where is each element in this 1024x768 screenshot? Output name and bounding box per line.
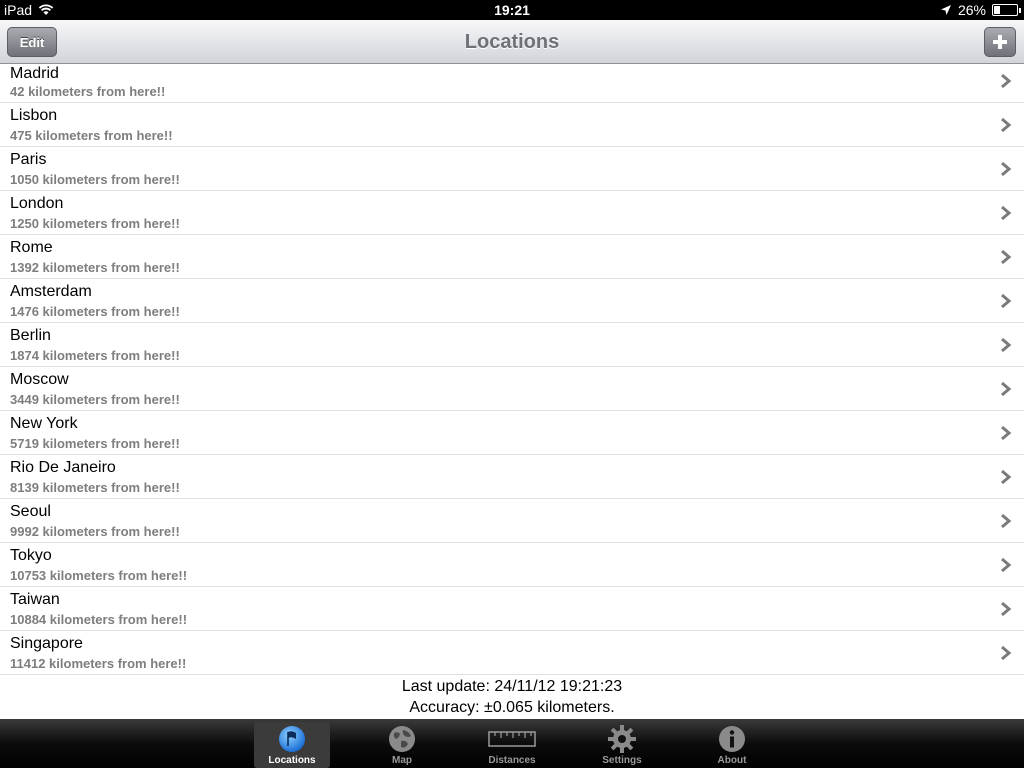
chevron-right-icon <box>1001 425 1012 441</box>
location-name: Rio De Janeiro <box>10 459 116 476</box>
location-name: Moscow <box>10 371 69 388</box>
status-right: 26% <box>940 2 1021 18</box>
chevron-right-icon <box>1001 117 1012 133</box>
location-name: Singapore <box>10 635 83 652</box>
location-name: Tokyo <box>10 547 52 564</box>
location-distance: 1392 kilometers from here!! <box>10 260 180 275</box>
gear-icon <box>608 725 636 753</box>
list-item[interactable]: Seoul 9992 kilometers from here!! <box>0 499 1024 543</box>
list-item[interactable]: Rome 1392 kilometers from here!! <box>0 235 1024 279</box>
page-title: Locations <box>464 31 560 53</box>
location-arrow-icon <box>940 5 951 15</box>
footer-info: Last update: 24/11/12 19:21:23 Accuracy:… <box>0 676 1024 718</box>
list-item[interactable]: Paris 1050 kilometers from here!! <box>0 147 1024 191</box>
list-item[interactable]: Madrid 42 kilometers from here!! <box>0 64 1024 103</box>
last-update-text: Last update: 24/11/12 19:21:23 <box>401 678 623 695</box>
chevron-right-icon <box>1001 513 1012 529</box>
location-distance: 1250 kilometers from here!! <box>10 216 180 231</box>
location-distance: 475 kilometers from here!! <box>10 128 173 143</box>
location-distance: 8139 kilometers from here!! <box>10 480 180 495</box>
location-name: New York <box>10 415 78 432</box>
tab-settings[interactable]: Settings <box>584 722 660 768</box>
location-distance: 1050 kilometers from here!! <box>10 172 180 187</box>
info-icon <box>719 726 745 752</box>
tab-label: Map <box>392 755 412 766</box>
list-item[interactable]: New York 5719 kilometers from here!! <box>0 411 1024 455</box>
location-name: Rome <box>10 239 53 256</box>
status-time: 19:21 <box>494 2 530 18</box>
location-distance: 1874 kilometers from here!! <box>10 348 180 363</box>
accuracy-text: Accuracy: ±0.065 kilometers. <box>409 699 615 716</box>
tab-bar: Locations Map Distances Settings About <box>0 719 1024 768</box>
location-name: Paris <box>10 151 47 168</box>
list-item[interactable]: Moscow 3449 kilometers from here!! <box>0 367 1024 411</box>
location-name: London <box>10 195 64 212</box>
list-item[interactable]: Lisbon 475 kilometers from here!! <box>0 103 1024 147</box>
add-location-button[interactable] <box>984 27 1016 57</box>
location-distance: 10884 kilometers from here!! <box>10 612 188 627</box>
chevron-right-icon <box>1001 601 1012 617</box>
chevron-right-icon <box>1001 381 1012 397</box>
tab-locations[interactable]: Locations <box>254 722 330 768</box>
list-item[interactable]: Taiwan 10884 kilometers from here!! <box>0 587 1024 631</box>
chevron-right-icon <box>1001 645 1012 661</box>
location-distance: 11412 kilometers from here!! <box>10 656 187 671</box>
chevron-right-icon <box>1001 205 1012 221</box>
tab-distances[interactable]: Distances <box>474 722 550 768</box>
list-item[interactable]: London 1250 kilometers from here!! <box>0 191 1024 235</box>
location-name: Amsterdam <box>10 283 92 300</box>
plus-icon <box>993 35 1007 49</box>
list-item[interactable]: Singapore 11412 kilometers from here!! <box>0 631 1024 675</box>
location-name: Taiwan <box>10 591 60 608</box>
location-name: Seoul <box>10 503 51 520</box>
flag-globe-icon <box>279 726 305 752</box>
navigation-bar: Edit Locations <box>0 20 1024 64</box>
tab-about[interactable]: About <box>694 722 770 768</box>
location-distance: 42 kilometers from here!! <box>10 84 166 99</box>
globe-icon <box>389 726 415 752</box>
chevron-right-icon <box>1001 249 1012 265</box>
location-name: Lisbon <box>10 107 58 124</box>
location-distance: 3449 kilometers from here!! <box>10 392 180 407</box>
chevron-right-icon <box>1001 557 1012 573</box>
tab-label: Distances <box>488 755 536 766</box>
chevron-right-icon <box>1001 293 1012 309</box>
location-distance: 9992 kilometers from here!! <box>10 524 180 539</box>
chevron-right-icon <box>1001 469 1012 485</box>
location-distance: 10753 kilometers from here!! <box>10 568 188 583</box>
location-distance: 5719 kilometers from here!! <box>10 436 180 451</box>
tab-label: Settings <box>602 755 642 766</box>
list-item[interactable]: Rio De Janeiro 8139 kilometers from here!… <box>0 455 1024 499</box>
battery-icon <box>992 4 1021 16</box>
tab-map[interactable]: Map <box>364 722 440 768</box>
location-name: Madrid <box>10 65 59 82</box>
battery-fill <box>994 6 1000 14</box>
location-name: Berlin <box>10 327 51 344</box>
ruler-icon <box>488 731 536 747</box>
chevron-right-icon <box>1001 337 1012 353</box>
location-distance: 1476 kilometers from here!! <box>10 304 180 319</box>
tab-label: About <box>717 755 747 766</box>
locations-list: Madrid 42 kilometers from here!! Lisbon 475… <box>0 64 1024 675</box>
status-bar: iPad 19:21 26% <box>0 0 1024 20</box>
list-item[interactable]: Berlin 1874 kilometers from here!! <box>0 323 1024 367</box>
tab-label: Locations <box>268 755 316 766</box>
chevron-right-icon <box>1001 161 1012 177</box>
list-item[interactable]: Tokyo 10753 kilometers from here!! <box>0 543 1024 587</box>
list-item[interactable]: Amsterdam 1476 kilometers from here!! <box>0 279 1024 323</box>
battery-percent: 26% <box>957 2 986 18</box>
chevron-right-icon <box>1001 73 1012 89</box>
